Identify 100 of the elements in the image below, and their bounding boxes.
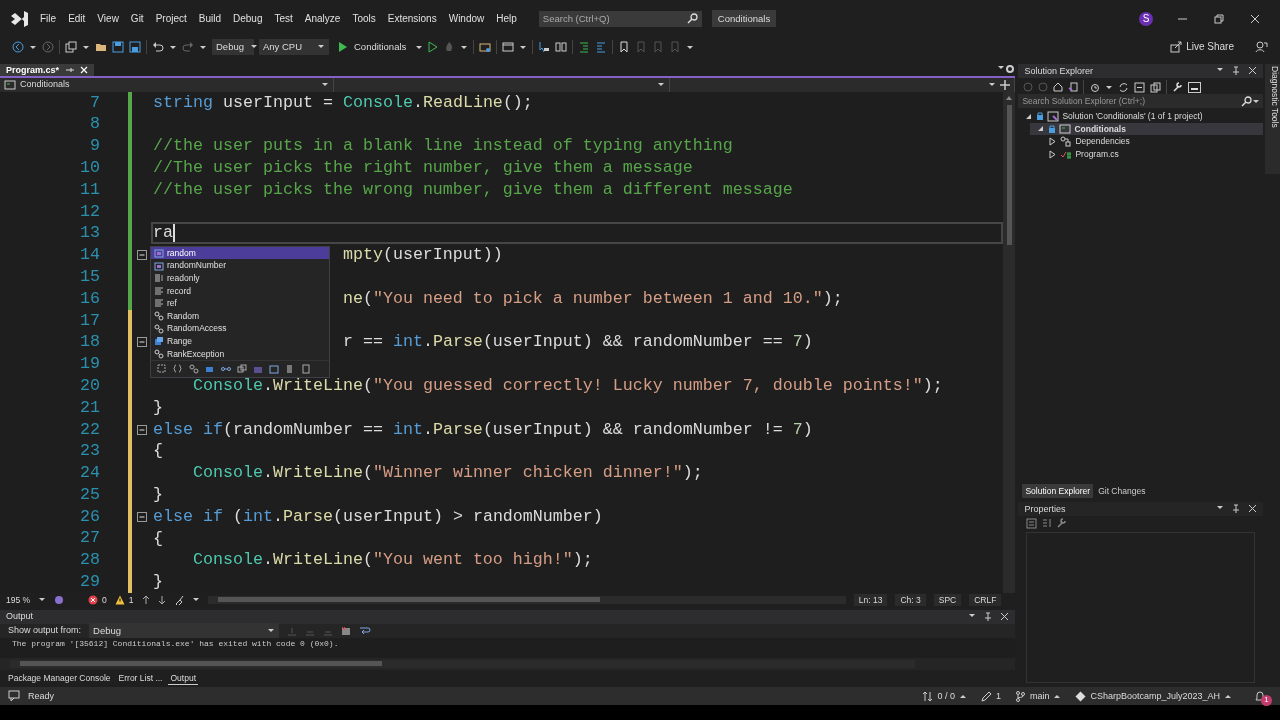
changes-button[interactable]: 0 / 0 xyxy=(922,690,967,702)
play-outline-icon[interactable] xyxy=(428,41,439,53)
gear-icon[interactable] xyxy=(1005,64,1016,74)
collapse-icon[interactable] xyxy=(136,250,147,261)
indent-icon[interactable] xyxy=(578,41,591,53)
window-icon[interactable] xyxy=(502,41,515,53)
completion-item[interactable]: Range xyxy=(151,334,329,348)
close-icon[interactable] xyxy=(1250,13,1260,24)
word-wrap-icon[interactable] xyxy=(359,625,372,636)
completion-item[interactable]: RandomAccess xyxy=(151,322,329,335)
bell-icon[interactable] xyxy=(1254,690,1266,702)
caret-icon[interactable] xyxy=(191,596,200,604)
collapse-all-icon[interactable] xyxy=(1134,81,1146,93)
menu-item[interactable]: Extensions xyxy=(381,10,443,27)
menu-item[interactable]: Project xyxy=(149,10,193,27)
caret-icon[interactable] xyxy=(460,43,469,51)
back-icon[interactable] xyxy=(12,41,24,53)
menu-item[interactable]: Test xyxy=(268,10,299,27)
caret-icon[interactable] xyxy=(686,43,695,51)
search-field[interactable]: Search Solution Explorer (Ctrl+;) xyxy=(1018,95,1241,107)
panel-tab[interactable]: Git Changes xyxy=(1095,484,1149,498)
zoom-dropdown[interactable]: 195 % xyxy=(6,594,47,605)
side-tab[interactable]: Diagnostic Tools xyxy=(1265,64,1280,174)
indent-indicator[interactable]: SPC xyxy=(933,593,962,606)
folder-icon[interactable] xyxy=(95,41,107,53)
tree-item[interactable]: Program.cs xyxy=(1042,147,1263,161)
frame-icon[interactable] xyxy=(157,364,167,374)
start-button[interactable]: Conditionals xyxy=(334,39,411,55)
search-box[interactable]: Search Solution Explorer (Ctrl+;) xyxy=(1018,94,1263,108)
braces-icon[interactable] xyxy=(173,364,183,374)
output-source-dropdown[interactable]: Debug xyxy=(89,623,280,639)
edits-button[interactable]: 1 xyxy=(980,690,1001,702)
column-indicator[interactable]: Ch: 3 xyxy=(895,593,926,606)
caret-icon[interactable] xyxy=(169,43,177,51)
avatar[interactable]: S xyxy=(1139,11,1153,26)
new-item-icon[interactable] xyxy=(65,41,77,53)
pin-icon[interactable] xyxy=(1232,504,1240,514)
cube-icon[interactable] xyxy=(269,364,279,374)
categorized-icon[interactable] xyxy=(1026,518,1038,529)
panel-tab[interactable]: Output xyxy=(168,671,198,685)
document-icon[interactable] xyxy=(285,364,295,374)
tree-item[interactable]: Dependencies xyxy=(1042,135,1263,148)
down-arrow-icon[interactable] xyxy=(157,594,166,605)
menu-item[interactable]: File xyxy=(34,10,63,27)
caret-icon[interactable] xyxy=(519,43,528,51)
branch-button[interactable]: main xyxy=(1014,690,1062,702)
undo-icon[interactable] xyxy=(152,41,164,53)
panel-tab[interactable]: Package Manager Console xyxy=(6,671,113,685)
search-icon[interactable] xyxy=(686,13,698,24)
search-icon[interactable] xyxy=(1241,95,1252,107)
columns-icon[interactable] xyxy=(555,41,568,53)
restore-icon[interactable] xyxy=(1214,13,1224,24)
save-all-icon[interactable] xyxy=(129,41,141,53)
line-number-indicator[interactable]: Ln: 13 xyxy=(853,593,888,606)
close-icon[interactable] xyxy=(1000,611,1010,621)
caret-icon[interactable] xyxy=(1216,504,1224,511)
history-icon[interactable] xyxy=(1089,81,1101,93)
menu-item[interactable]: Tools xyxy=(346,10,382,27)
collapse-icon[interactable] xyxy=(136,337,147,348)
completion-item[interactable]: random xyxy=(151,246,329,260)
collapse-icon[interactable] xyxy=(136,511,147,522)
save-icon[interactable] xyxy=(112,41,124,53)
menu-item[interactable]: Build xyxy=(192,10,227,27)
preview-icon[interactable] xyxy=(1188,81,1202,93)
refresh-icon[interactable] xyxy=(1118,81,1130,93)
clear-icon[interactable] xyxy=(341,625,352,636)
square-icon[interactable] xyxy=(301,364,311,374)
close-icon[interactable] xyxy=(1248,66,1257,75)
menu-item[interactable]: View xyxy=(91,10,125,27)
caret-icon[interactable] xyxy=(1216,66,1224,73)
health-icon[interactable] xyxy=(54,594,65,605)
home-icon[interactable] xyxy=(1053,82,1064,92)
caret-icon[interactable] xyxy=(250,43,258,51)
bookmark-icon[interactable] xyxy=(618,41,631,53)
pin-icon[interactable] xyxy=(65,65,75,74)
caret-icon[interactable] xyxy=(321,81,329,89)
completion-item[interactable]: ref xyxy=(151,297,329,310)
stack-icon[interactable] xyxy=(205,364,215,374)
caret-icon[interactable] xyxy=(968,611,977,619)
scroll-up-icon[interactable] xyxy=(1005,94,1014,101)
caret-icon[interactable] xyxy=(657,81,665,89)
completion-item[interactable]: randomNumber xyxy=(151,259,329,272)
repository-button[interactable]: CSharpBootcamp_July2023_AH xyxy=(1075,690,1232,702)
pin-icon[interactable] xyxy=(1232,66,1240,76)
copy-icon[interactable] xyxy=(1150,81,1162,93)
cursor-icon[interactable] xyxy=(538,41,551,53)
folder-view-icon[interactable] xyxy=(479,41,492,53)
brush-icon[interactable] xyxy=(173,594,184,605)
completion-item[interactable]: readonly xyxy=(151,271,329,285)
pin-icon[interactable] xyxy=(984,611,993,622)
scrollbar[interactable] xyxy=(207,595,846,604)
link-icon[interactable] xyxy=(221,364,231,374)
scrollbar[interactable] xyxy=(1003,91,1016,593)
warning-count[interactable]: 1 xyxy=(114,594,134,605)
menu-item[interactable]: Git xyxy=(124,10,150,27)
document-tab[interactable]: Program.cs* xyxy=(0,64,95,76)
close-icon[interactable] xyxy=(1248,504,1257,513)
caret-icon[interactable] xyxy=(38,596,47,604)
expand-arrow-icon[interactable] xyxy=(1048,137,1058,146)
panel-tab[interactable]: Error List ... xyxy=(116,671,165,685)
